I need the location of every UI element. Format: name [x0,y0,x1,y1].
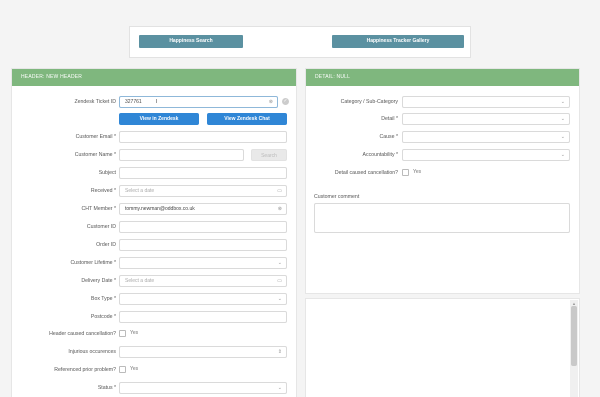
detail-panel-title: DETAIL: NULL [306,69,579,86]
scrollbar-thumb[interactable] [571,306,577,366]
detail-list-panel [305,298,580,397]
chevron-down-icon: ⌄ [277,260,282,266]
cht-member-label: CHT Member * [81,206,117,212]
chevron-down-icon: ⌄ [277,385,282,391]
clear-icon[interactable]: ⊗ [278,204,282,214]
status-select[interactable]: ⌄ [119,382,287,394]
order-id-input[interactable] [119,239,287,251]
customer-email-label: Customer Email * [75,134,116,140]
detail-label: Detail * [381,116,398,122]
delivery-date-input[interactable]: Select a date ▭ [119,275,287,287]
customer-id-label: Customer ID [86,224,116,230]
subject-input[interactable] [119,167,287,179]
detail-cancellation-label: Detail caused cancellation? [334,170,398,176]
injurious-label: Injurious occurences [68,349,116,355]
referenced-problem-yes: Yes [130,366,139,372]
header-panel-title: HEADER: NEW HEADER [12,69,296,86]
detail-select[interactable]: ⌄ [402,113,570,125]
stepper-arrows-icon[interactable]: ⇕ [278,347,282,357]
customer-comment-label: Customer comment [314,194,360,200]
referenced-problem-label: Referenced prior problem? [54,367,116,373]
zendesk-ticket-label: Zendesk Ticket ID [74,99,116,105]
view-zendesk-chat-button[interactable]: View Zendesk Chat [207,113,287,125]
cht-member-select[interactable]: tommy.newman@oddbox.co.uk ⊗ [119,203,287,215]
calendar-icon[interactable]: ▭ [277,276,282,286]
clear-icon[interactable]: ⊗ [269,97,273,107]
top-toolbar: Happiness Search Happiness Tracker Galle… [129,26,471,58]
view-in-zendesk-button[interactable]: View in Zendesk [119,113,199,125]
cause-label: Cause * [379,134,398,140]
customer-lifetime-label: Customer Lifetime * [70,260,116,266]
referenced-problem-checkbox[interactable] [119,366,126,373]
cause-select[interactable]: ⌄ [402,131,570,143]
box-type-label: Box Type * [91,296,116,302]
detail-cancellation-checkbox[interactable] [402,169,409,176]
customer-lifetime-select[interactable]: ⌄ [119,257,287,269]
chevron-down-icon: ⌄ [277,296,282,302]
accountability-select[interactable]: ⌄ [402,149,570,161]
category-select[interactable]: ⌄ [402,96,570,108]
search-button[interactable]: Search [251,149,287,161]
chevron-down-icon: ⌄ [560,99,565,105]
subject-label: Subject [98,170,116,176]
delivery-date-label: Delivery Date * [81,278,116,284]
customer-comment-textarea[interactable] [314,203,570,233]
header-cancellation-checkbox[interactable] [119,330,126,337]
check-icon: ✓ [282,98,289,105]
detail-cancellation-yes: Yes [413,169,422,175]
header-cancellation-label: Header caused cancellation? [49,331,116,337]
order-id-label: Order ID [96,242,116,248]
zendesk-ticket-input[interactable]: 327761 I ⊗ [119,96,278,108]
box-type-select[interactable]: ⌄ [119,293,287,305]
chevron-down-icon: ⌄ [560,134,565,140]
customer-email-input[interactable] [119,131,287,143]
postcode-input[interactable] [119,311,287,323]
chevron-down-icon: ⌄ [560,116,565,122]
happiness-search-button[interactable]: Happiness Search [139,35,243,48]
text-cursor-icon: I [156,99,158,105]
received-label: Received * [90,188,116,194]
customer-name-label: Customer Name * [74,152,116,158]
customer-id-input[interactable] [119,221,287,233]
header-cancellation-yes: Yes [130,330,139,336]
customer-name-input[interactable] [119,149,244,161]
postcode-label: Postcode * [90,314,116,320]
received-date-input[interactable]: Select a date ▭ [119,185,287,197]
category-label: Category / Sub-Category [340,99,398,105]
chevron-down-icon: ⌄ [560,152,565,158]
calendar-icon[interactable]: ▭ [277,186,282,196]
status-label: Status * [97,385,116,391]
accountability-label: Accountability * [362,152,398,158]
injurious-stepper[interactable]: ⇕ [119,346,287,358]
happiness-tracker-gallery-button[interactable]: Happiness Tracker Gallery [332,35,464,48]
